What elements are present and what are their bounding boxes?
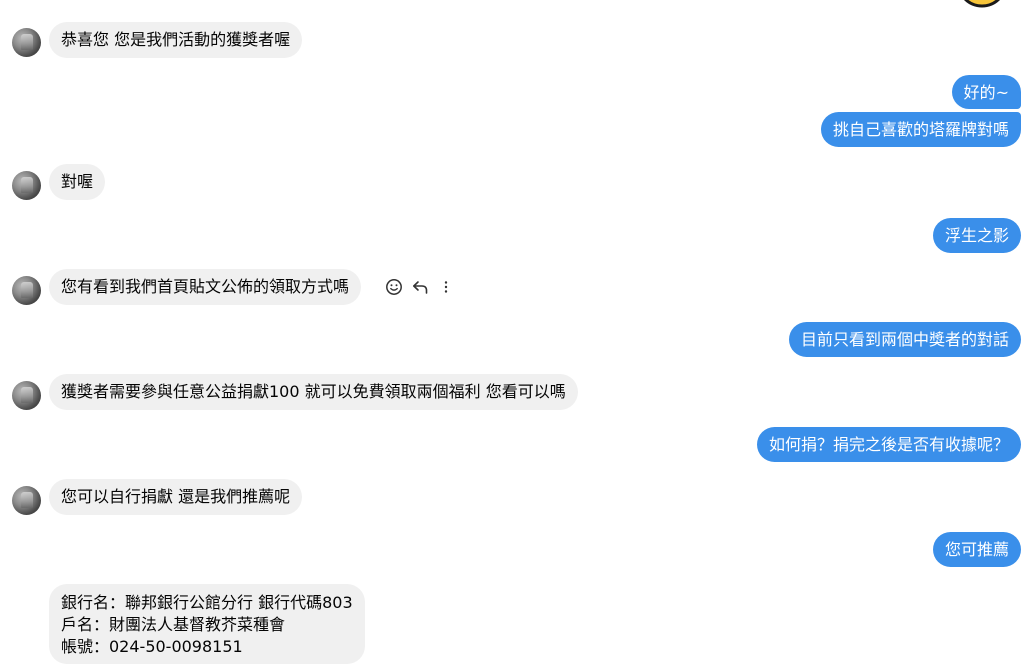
- account-holder-line: 戶名：財團法人基督教芥菜種會: [61, 615, 286, 634]
- smiley-icon[interactable]: [384, 277, 404, 297]
- avatar[interactable]: [12, 486, 41, 515]
- outgoing-message[interactable]: 挑自己喜歡的塔羅牌對嗎: [820, 112, 1021, 147]
- bank-name-line: 銀行名：聯邦銀行公館分行 銀行代碼803: [61, 593, 353, 612]
- chat-thread: 恭喜您 您是我們活動的獲獎者喔 好的~ 挑自己喜歡的塔羅牌對嗎 對喔 浮生之影 …: [0, 0, 1036, 670]
- outgoing-message[interactable]: 目前只看到兩個中獎者的對話: [788, 322, 1021, 357]
- avatar[interactable]: [12, 276, 41, 305]
- reply-icon[interactable]: [410, 277, 430, 297]
- account-number-line: 帳號：024-50-0098151: [61, 637, 243, 656]
- incoming-message[interactable]: 您有看到我們首頁貼文公佈的領取方式嗎: [49, 269, 362, 305]
- message-actions: [384, 276, 456, 298]
- avatar[interactable]: [12, 171, 41, 200]
- incoming-message[interactable]: 您可以自行捐獻 還是我們推薦呢: [49, 479, 303, 515]
- more-vertical-icon[interactable]: [436, 277, 456, 297]
- avatar[interactable]: [12, 28, 41, 57]
- incoming-message[interactable]: 獲獎者需要參與任意公益捐獻100 就可以免費領取兩個福利 您看可以嗎: [49, 374, 578, 410]
- outgoing-message[interactable]: 如何捐？捐完之後是否有收據呢？: [756, 427, 1021, 462]
- incoming-message[interactable]: 恭喜您 您是我們活動的獲獎者喔: [49, 22, 303, 58]
- outgoing-message[interactable]: 您可推薦: [932, 532, 1021, 567]
- outgoing-message[interactable]: 浮生之影: [932, 218, 1021, 253]
- incoming-message[interactable]: 對喔: [49, 164, 106, 200]
- bank-info-message[interactable]: 銀行名：聯邦銀行公館分行 銀行代碼803 戶名：財團法人基督教芥菜種會 帳號：0…: [49, 584, 365, 664]
- avatar[interactable]: [12, 381, 41, 410]
- outgoing-message[interactable]: 好的~: [951, 75, 1021, 109]
- emoji-reaction-icon: [952, 0, 1008, 10]
